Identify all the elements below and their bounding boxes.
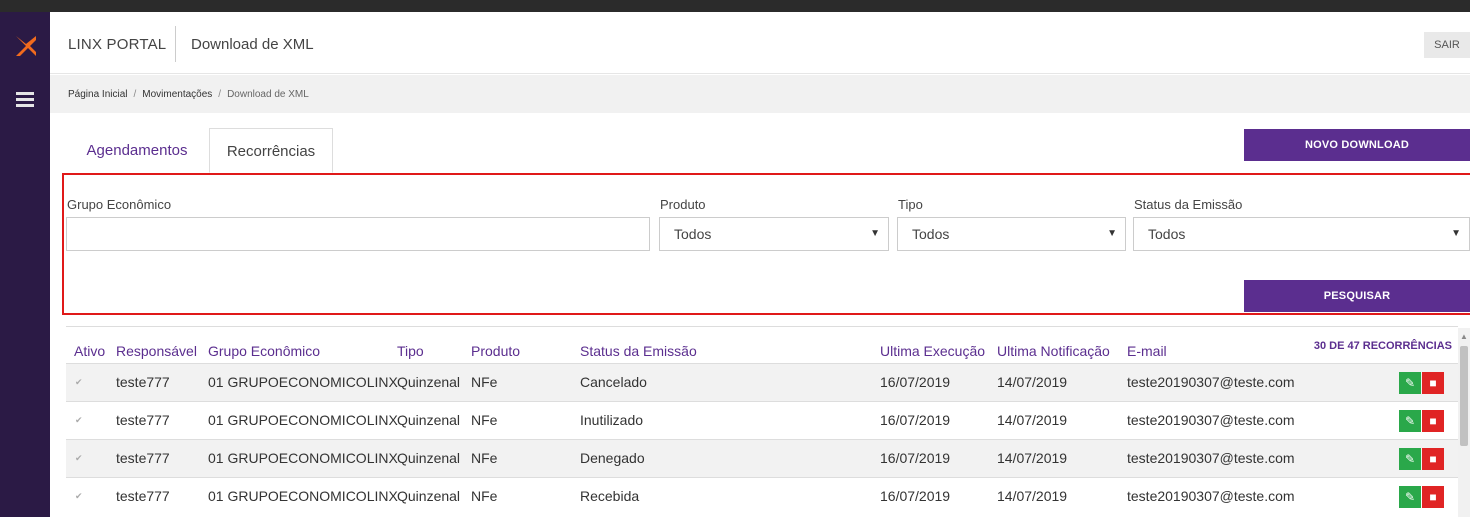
- cell-tipo: Quinzenal: [397, 374, 461, 390]
- cell-ultima-execucao: 16/07/2019: [880, 374, 951, 390]
- cell-responsavel: teste777: [116, 450, 170, 466]
- produto-select-value: Todos: [674, 226, 712, 242]
- cell-status: Recebida: [580, 488, 640, 504]
- cell-email: teste20190307@teste.com: [1127, 450, 1295, 466]
- recurrence-count: 30 DE 47 RECORRÊNCIAS: [1313, 340, 1452, 352]
- col-header-ultima-notificacao[interactable]: Ultima Notificação: [997, 343, 1110, 359]
- cell-grupo: 01 GRUPOECONOMICOLINX: [208, 374, 398, 390]
- trash-icon[interactable]: ■: [1422, 410, 1444, 432]
- tipo-select-value: Todos: [912, 226, 950, 242]
- breadcrumb-home[interactable]: Página Inicial: [68, 89, 127, 100]
- cell-produto: NFe: [471, 374, 498, 390]
- checkmark-icon[interactable]: ✔: [75, 453, 85, 463]
- header: LINX PORTAL Download de XML SAIR: [50, 12, 1470, 74]
- cell-grupo: 01 GRUPOECONOMICOLINX: [208, 412, 398, 428]
- linx-logo-icon[interactable]: [14, 34, 38, 58]
- checkmark-icon[interactable]: ✔: [75, 415, 85, 425]
- status-emissao-select-value: Todos: [1148, 226, 1186, 242]
- scroll-up-arrow-icon[interactable]: ▲: [1460, 332, 1468, 341]
- col-header-grupo-economico[interactable]: Grupo Econômico: [208, 343, 320, 359]
- trash-icon[interactable]: ■: [1422, 448, 1444, 470]
- table-row: ✔ teste777 01 GRUPOECONOMICOLINX Quinzen…: [66, 477, 1458, 515]
- cell-email: teste20190307@teste.com: [1127, 412, 1295, 428]
- breadcrumb: Página Inicial / Movimentações / Download de…: [50, 75, 1470, 113]
- trash-icon[interactable]: ■: [1422, 486, 1444, 508]
- tab-agendamentos[interactable]: Agendamentos: [68, 128, 206, 173]
- table-row: ✔ teste777 01 GRUPOECONOMICOLINX Quinzen…: [66, 439, 1458, 477]
- header-divider: [175, 26, 176, 62]
- tipo-label: Tipo: [898, 197, 923, 212]
- table-row: ✔ teste777 01 GRUPOECONOMICOLINX Quinzen…: [66, 363, 1458, 401]
- recurrences-table: Ativo Responsável Grupo Econômico Tipo P…: [66, 326, 1458, 517]
- cell-email: teste20190307@teste.com: [1127, 488, 1295, 504]
- cell-ultima-execucao: 16/07/2019: [880, 488, 951, 504]
- cell-ultima-execucao: 16/07/2019: [880, 450, 951, 466]
- col-header-ativo[interactable]: Ativo: [74, 343, 105, 359]
- pencil-icon[interactable]: ✎: [1399, 486, 1421, 508]
- cell-status: Denegado: [580, 450, 645, 466]
- produto-select[interactable]: Todos ▼: [659, 217, 889, 251]
- cell-ultima-notificacao: 14/07/2019: [997, 450, 1068, 466]
- hamburger-menu-icon[interactable]: [16, 92, 34, 108]
- new-download-button[interactable]: NOVO DOWNLOAD: [1244, 129, 1470, 161]
- breadcrumb-separator: /: [218, 89, 222, 100]
- tab-recorrencias[interactable]: Recorrências: [209, 128, 333, 173]
- grupo-economico-label: Grupo Econômico: [67, 197, 172, 212]
- window-top-strip: [0, 0, 1470, 12]
- pencil-icon[interactable]: ✎: [1399, 372, 1421, 394]
- cell-tipo: Quinzenal: [397, 488, 461, 504]
- caret-down-icon: ▼: [1451, 228, 1461, 239]
- trash-icon[interactable]: ■: [1422, 372, 1444, 394]
- cell-grupo: 01 GRUPOECONOMICOLINX: [208, 450, 398, 466]
- status-emissao-select[interactable]: Todos ▼: [1133, 217, 1470, 251]
- cell-grupo: 01 GRUPOECONOMICOLINX: [208, 488, 398, 504]
- col-header-tipo[interactable]: Tipo: [397, 343, 424, 359]
- cell-tipo: Quinzenal: [397, 412, 461, 428]
- col-header-ultima-execucao[interactable]: Ultima Execução: [880, 343, 985, 359]
- caret-down-icon: ▼: [870, 228, 880, 239]
- brand-name: LINX PORTAL: [68, 36, 167, 53]
- cell-tipo: Quinzenal: [397, 450, 461, 466]
- col-header-produto[interactable]: Produto: [471, 343, 520, 359]
- cell-ultima-notificacao: 14/07/2019: [997, 488, 1068, 504]
- cell-email: teste20190307@teste.com: [1127, 374, 1295, 390]
- cell-produto: NFe: [471, 450, 498, 466]
- cell-responsavel: teste777: [116, 412, 170, 428]
- sidebar: [0, 12, 50, 517]
- breadcrumb-current: Download de XML: [227, 89, 309, 100]
- cell-produto: NFe: [471, 412, 498, 428]
- col-header-status-emissao[interactable]: Status da Emissão: [580, 343, 697, 359]
- produto-label: Produto: [660, 197, 706, 212]
- table-row: ✔ teste777 01 GRUPOECONOMICOLINX Quinzen…: [66, 401, 1458, 439]
- search-button[interactable]: PESQUISAR: [1244, 280, 1470, 312]
- pencil-icon[interactable]: ✎: [1399, 448, 1421, 470]
- tipo-select[interactable]: Todos ▼: [897, 217, 1126, 251]
- cell-ultima-notificacao: 14/07/2019: [997, 374, 1068, 390]
- checkmark-icon[interactable]: ✔: [75, 491, 85, 501]
- checkmark-icon[interactable]: ✔: [75, 377, 85, 387]
- grupo-economico-input[interactable]: [66, 217, 650, 251]
- pencil-icon[interactable]: ✎: [1399, 410, 1421, 432]
- scrollbar-thumb[interactable]: [1460, 346, 1468, 446]
- caret-down-icon: ▼: [1107, 228, 1117, 239]
- status-emissao-label: Status da Emissão: [1134, 197, 1243, 212]
- cell-responsavel: teste777: [116, 488, 170, 504]
- col-header-email[interactable]: E-mail: [1127, 343, 1167, 359]
- cell-status: Inutilizado: [580, 412, 644, 428]
- table-scrollbar[interactable]: ▲: [1458, 328, 1470, 517]
- breadcrumb-separator: /: [133, 89, 137, 100]
- cell-status: Cancelado: [580, 374, 647, 390]
- cell-ultima-notificacao: 14/07/2019: [997, 412, 1068, 428]
- breadcrumb-section[interactable]: Movimentações: [142, 89, 212, 100]
- col-header-responsavel[interactable]: Responsável: [116, 343, 197, 359]
- logout-button[interactable]: SAIR: [1424, 32, 1470, 58]
- cell-ultima-execucao: 16/07/2019: [880, 412, 951, 428]
- cell-produto: NFe: [471, 488, 498, 504]
- page-title: Download de XML: [191, 36, 314, 53]
- cell-responsavel: teste777: [116, 374, 170, 390]
